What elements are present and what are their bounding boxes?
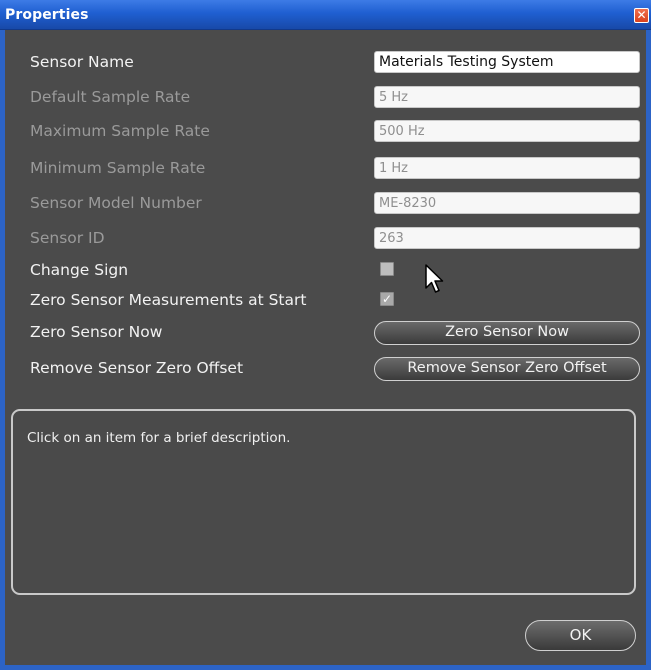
remove-zero-offset-row: Remove Sensor Zero Offset Remove Sensor … (26, 355, 641, 381)
zero-at-start-checkbox[interactable]: ✓ (380, 292, 394, 306)
sensor-id-row: Sensor ID (26, 225, 641, 251)
description-panel: Click on an item for a brief description… (11, 409, 636, 595)
close-icon[interactable]: ✕ (634, 8, 649, 23)
default-sample-rate-field (374, 86, 640, 108)
change-sign-label: Change Sign (30, 261, 129, 279)
zero-sensor-now-row: Zero Sensor Now Zero Sensor Now (26, 319, 641, 345)
maximum-sample-rate-field (374, 120, 640, 142)
minimum-sample-rate-row: Minimum Sample Rate (26, 155, 641, 181)
default-sample-rate-row: Default Sample Rate (26, 84, 641, 110)
maximum-sample-rate-row: Maximum Sample Rate (26, 118, 641, 144)
sensor-name-field[interactable] (374, 51, 640, 73)
minimum-sample-rate-label: Minimum Sample Rate (30, 159, 206, 177)
dialog-title: Properties (5, 7, 89, 23)
zero-sensor-now-label: Zero Sensor Now (30, 323, 163, 341)
default-sample-rate-label: Default Sample Rate (30, 88, 191, 106)
sensor-model-number-row: Sensor Model Number (26, 190, 641, 216)
sensor-model-number-label: Sensor Model Number (30, 194, 202, 212)
ok-button[interactable]: OK (525, 620, 636, 651)
change-sign-checkbox[interactable] (380, 262, 394, 276)
remove-zero-offset-label: Remove Sensor Zero Offset (30, 359, 244, 377)
sensor-id-label: Sensor ID (30, 229, 105, 247)
sensor-model-number-field (374, 192, 640, 214)
minimum-sample-rate-field (374, 157, 640, 179)
sensor-name-label: Sensor Name (30, 53, 134, 71)
description-text: Click on an item for a brief description… (27, 430, 291, 446)
title-bar[interactable]: Properties ✕ (0, 0, 651, 30)
zero-at-start-label: Zero Sensor Measurements at Start (30, 291, 307, 309)
zero-at-start-row: Zero Sensor Measurements at Start ✓ (26, 287, 641, 313)
zero-sensor-now-button[interactable]: Zero Sensor Now (374, 321, 640, 345)
mouse-pointer-icon (425, 264, 444, 293)
change-sign-row: Change Sign (26, 257, 641, 283)
sensor-name-row: Sensor Name (26, 49, 641, 75)
remove-zero-offset-button[interactable]: Remove Sensor Zero Offset (374, 357, 640, 381)
sensor-id-field (374, 227, 640, 249)
maximum-sample-rate-label: Maximum Sample Rate (30, 122, 210, 140)
